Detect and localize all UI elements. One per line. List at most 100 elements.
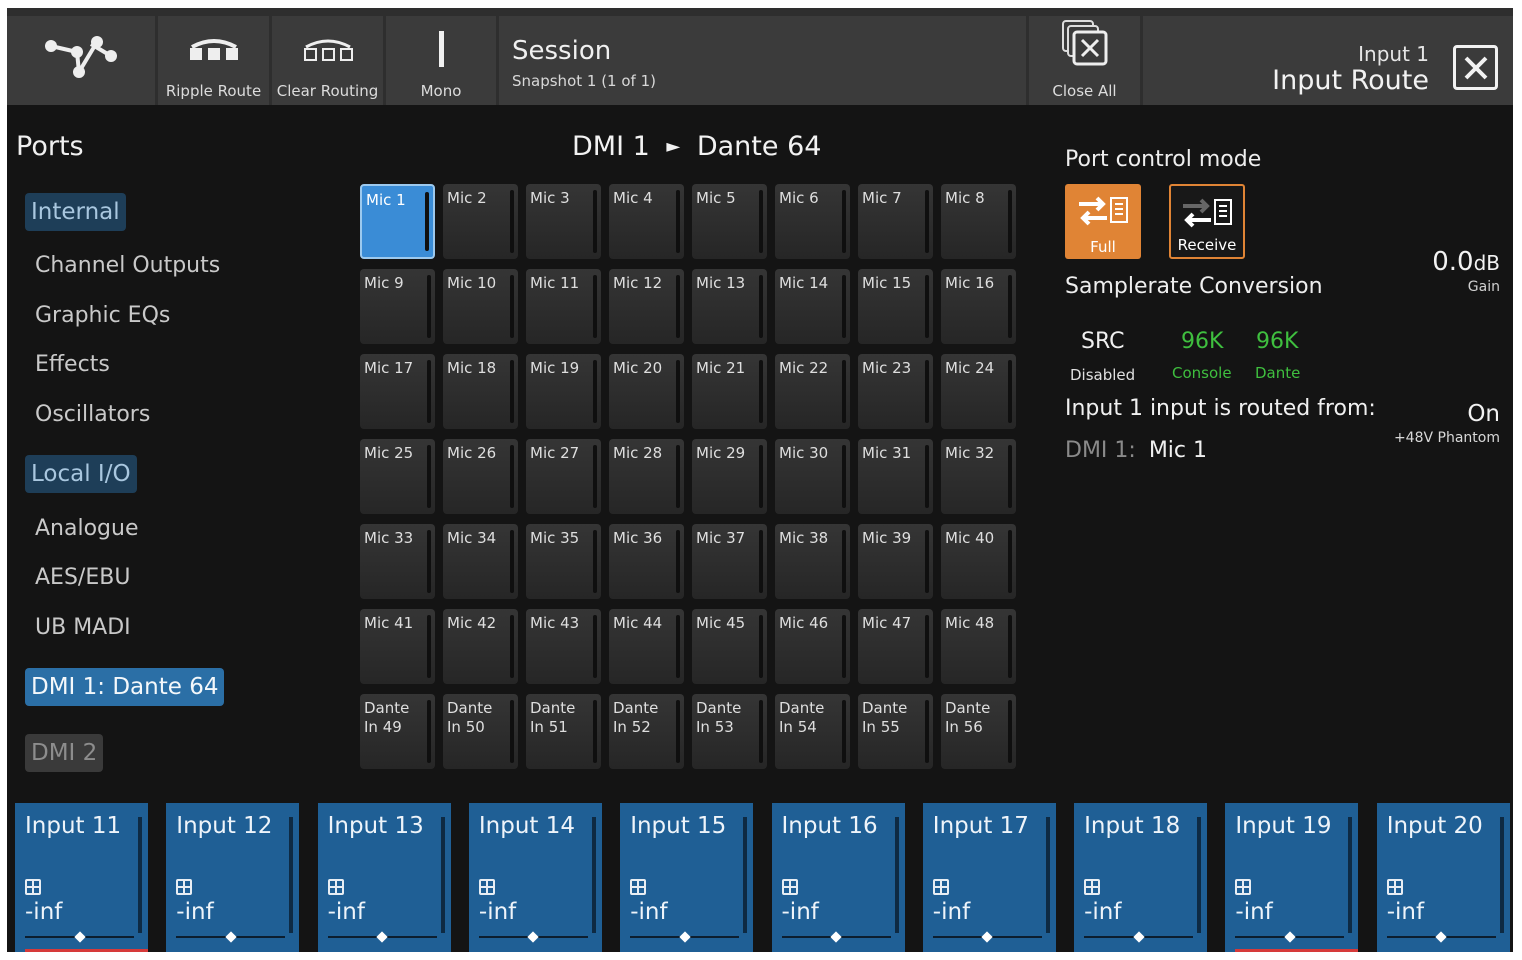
channel-strip[interactable]: Input 13 -inf [317,803,451,952]
port-cell[interactable]: Mic 43 [526,609,601,684]
port-category-internal[interactable]: Internal [25,193,126,231]
channel-strip-fader[interactable] [781,931,891,943]
port-item-channel-outputs[interactable]: Channel Outputs [35,253,220,278]
close-window-button[interactable] [1453,45,1498,90]
channel-strip-fader[interactable] [327,931,437,943]
port-cell[interactable]: Mic 4 [609,184,684,259]
port-cell[interactable]: Mic 3 [526,184,601,259]
fader-knob[interactable] [376,931,388,943]
port-cell[interactable]: Mic 29 [692,439,767,514]
port-cell[interactable]: Mic 38 [775,524,850,599]
port-cell[interactable]: Mic 6 [775,184,850,259]
port-cell[interactable]: Mic 18 [443,354,518,429]
port-cell[interactable]: Mic 44 [609,609,684,684]
port-cell[interactable]: Mic 9 [360,269,435,344]
channel-strip[interactable]: Input 16 -inf [771,803,905,952]
channel-strip-fader[interactable] [1386,931,1496,943]
port-cell[interactable]: Mic 17 [360,354,435,429]
port-cell[interactable]: Dante In 54 [775,694,850,769]
channel-strip[interactable]: Input 18 -inf [1074,803,1208,952]
port-cell[interactable]: Dante In 55 [858,694,933,769]
port-cell[interactable]: Mic 11 [526,269,601,344]
port-cell[interactable]: Mic 13 [692,269,767,344]
fader-knob[interactable] [679,931,691,943]
fader-knob[interactable] [73,931,86,943]
channel-strip-fader[interactable] [25,931,134,943]
channel-strip-fader[interactable] [1235,931,1345,943]
mode-receive-button[interactable]: Receive [1169,184,1245,259]
port-cell[interactable]: Mic 20 [609,354,684,429]
routing-menu-button[interactable] [7,16,155,105]
clear-routing-button[interactable]: Clear Routing [272,16,383,105]
channel-strip[interactable]: Input 12 -inf [166,803,300,952]
channel-strip-fader[interactable] [932,931,1042,943]
port-cell[interactable]: Mic 40 [941,524,1016,599]
port-cell[interactable]: Mic 7 [858,184,933,259]
gain-readout[interactable]: 0.0dB [1432,247,1500,277]
channel-strip[interactable]: Input 11 -inf [15,803,148,952]
port-cell[interactable]: Mic 27 [526,439,601,514]
port-cell[interactable]: Mic 37 [692,524,767,599]
channel-strip-fader[interactable] [1084,931,1194,943]
port-cell[interactable]: Mic 12 [609,269,684,344]
channel-strip[interactable]: Input 20 -inf [1376,803,1510,952]
port-cell[interactable]: Mic 8 [941,184,1016,259]
port-cell[interactable]: Mic 25 [360,439,435,514]
channel-strip[interactable]: Input 15 -inf [620,803,754,952]
port-cell[interactable]: Mic 31 [858,439,933,514]
port-cell[interactable]: Dante In 52 [609,694,684,769]
port-cell[interactable]: Mic 36 [609,524,684,599]
fader-knob[interactable] [830,931,842,943]
channel-strip-fader[interactable] [630,931,740,943]
port-cell[interactable]: Mic 28 [609,439,684,514]
port-cell[interactable]: Mic 42 [443,609,518,684]
ripple-route-button[interactable]: Ripple Route [158,16,269,105]
port-category-dmi1-dante64[interactable]: DMI 1: Dante 64 [25,668,225,706]
port-item-effects[interactable]: Effects [35,352,110,377]
port-cell[interactable]: Dante In 51 [526,694,601,769]
port-cell[interactable]: Mic 19 [526,354,601,429]
port-cell[interactable]: Mic 15 [858,269,933,344]
mode-full-button[interactable]: Full [1065,184,1141,259]
port-category-local-io[interactable]: Local I/O [25,455,137,493]
port-item-graphic-eqs[interactable]: Graphic EQs [35,303,170,328]
port-cell[interactable]: Mic 35 [526,524,601,599]
channel-strip-fader[interactable] [176,931,286,943]
channel-strip[interactable]: Input 14 -inf [468,803,602,952]
port-cell[interactable]: Mic 33 [360,524,435,599]
port-cell[interactable]: Mic 39 [858,524,933,599]
port-cell[interactable]: Mic 47 [858,609,933,684]
port-cell[interactable]: Mic 41 [360,609,435,684]
port-cell[interactable]: Mic 34 [443,524,518,599]
port-cell[interactable]: Mic 5 [692,184,767,259]
port-cell[interactable]: Dante In 56 [941,694,1016,769]
port-cell[interactable]: Mic 21 [692,354,767,429]
channel-strip-fader[interactable] [478,931,588,943]
port-cell[interactable]: Mic 30 [775,439,850,514]
port-item-analogue[interactable]: Analogue [35,516,139,541]
port-cell[interactable]: Mic 45 [692,609,767,684]
fader-knob[interactable] [981,931,993,943]
session-panel[interactable]: Session Snapshot 1 (1 of 1) [499,16,1026,105]
fader-knob[interactable] [225,931,237,943]
mono-button[interactable]: Mono [386,16,496,105]
port-cell[interactable]: Mic 22 [775,354,850,429]
close-all-button[interactable]: Close All [1029,16,1140,105]
fader-knob[interactable] [1284,931,1296,943]
port-cell[interactable]: Mic 46 [775,609,850,684]
port-cell[interactable]: Mic 23 [858,354,933,429]
channel-strip[interactable]: Input 17 -inf [922,803,1056,952]
port-item-aes-ebu[interactable]: AES/EBU [35,565,130,590]
port-cell[interactable]: Mic 1 [360,184,435,259]
port-cell[interactable]: Mic 24 [941,354,1016,429]
fader-knob[interactable] [1132,931,1145,943]
port-cell[interactable]: Mic 2 [443,184,518,259]
port-cell[interactable]: Mic 16 [941,269,1016,344]
port-cell[interactable]: Dante In 49 [360,694,435,769]
port-cell[interactable]: Dante In 50 [443,694,518,769]
port-item-ub-madi[interactable]: UB MADI [35,615,131,640]
port-cell[interactable]: Mic 26 [443,439,518,514]
port-category-dmi2[interactable]: DMI 2 [25,734,104,772]
port-cell[interactable]: Mic 10 [443,269,518,344]
port-cell[interactable]: Dante In 53 [692,694,767,769]
